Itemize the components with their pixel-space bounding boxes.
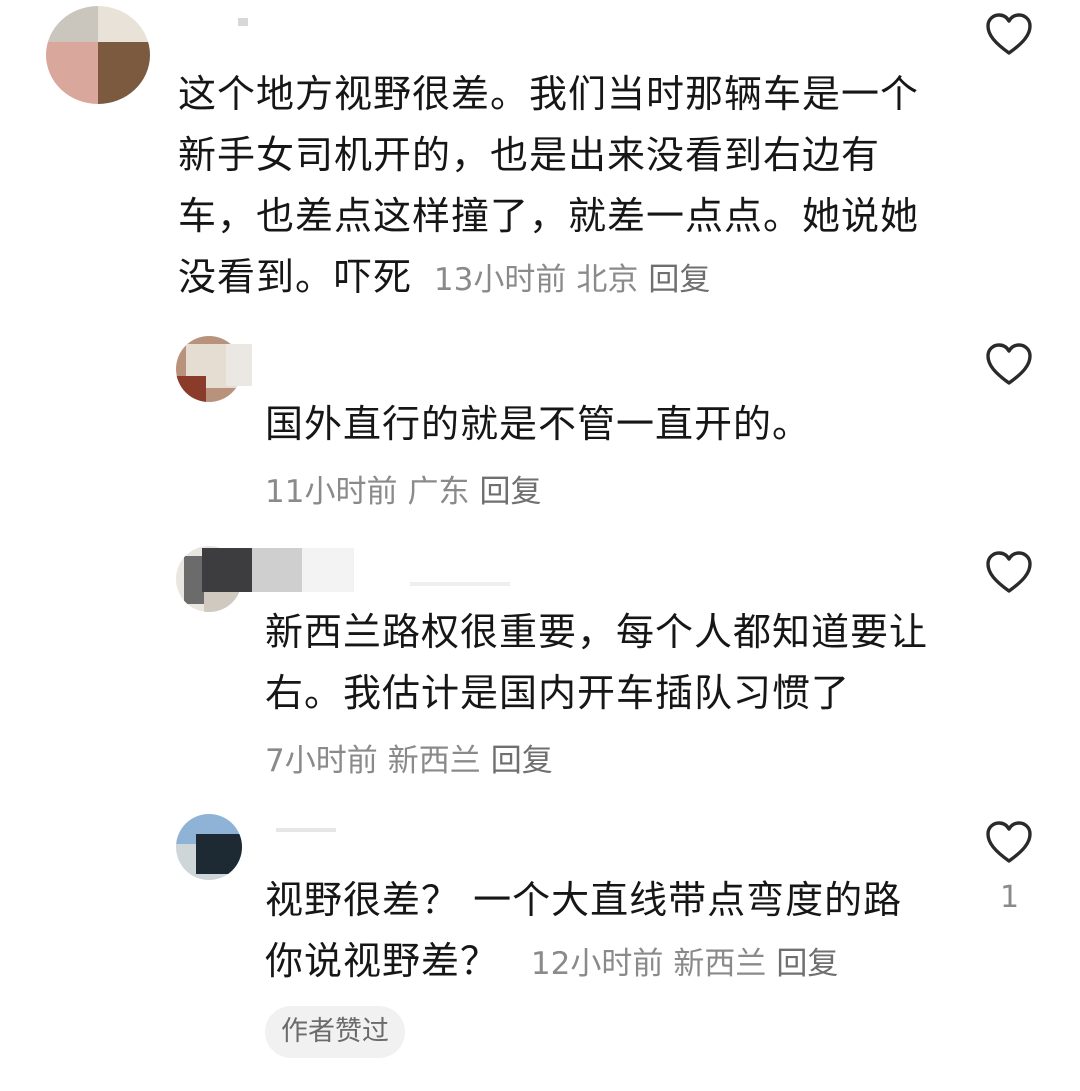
avatar[interactable] bbox=[46, 6, 150, 104]
heart-outline-icon bbox=[986, 13, 1032, 55]
author-liked-badge: 作者赞过 bbox=[265, 1006, 405, 1058]
comment-location: 北京 bbox=[576, 262, 639, 298]
avatar[interactable] bbox=[176, 814, 242, 880]
comment-time: 13小时前 bbox=[433, 262, 567, 298]
comment-time: 12小时前 bbox=[530, 946, 664, 982]
comment-text: 视野很差？ 一个大直线带点弯度的路 你说视野差？ 12小时前 新西兰 回复 bbox=[265, 870, 902, 995]
username-blurred[interactable] bbox=[202, 548, 252, 592]
comment-line: 新西兰路权很重要，每个人都知道要让 bbox=[265, 610, 929, 654]
comment-time: 7小时前 bbox=[265, 743, 378, 779]
comment-meta: 11小时前 广东 回复 bbox=[265, 466, 551, 511]
comment-time: 11小时前 bbox=[265, 474, 398, 510]
comment-line: 新手女司机开的，也是出来没看到右边有 bbox=[178, 133, 881, 177]
username-blurred[interactable] bbox=[226, 344, 252, 386]
comment-line: 没看到。吓死 13小时前 北京 回复 bbox=[178, 255, 711, 299]
comment-line: 你说视野差？ 12小时前 新西兰 回复 bbox=[265, 939, 839, 983]
like-button[interactable] bbox=[985, 12, 1033, 56]
heart-outline-icon bbox=[986, 343, 1032, 385]
like-button[interactable] bbox=[985, 820, 1033, 864]
username-blurred bbox=[252, 548, 302, 592]
comment-text: 这个地方视野很差。我们当时那辆车是一个 新手女司机开的，也是出来没看到右边有 车… bbox=[178, 64, 919, 311]
comment-text: 新西兰路权很重要，每个人都知道要让 右。我估计是国内开车插队习惯了 bbox=[265, 602, 928, 724]
username-blurred[interactable] bbox=[238, 18, 248, 26]
username-blurred bbox=[302, 548, 354, 592]
comment-line: 这个地方视野很差。我们当时那辆车是一个 bbox=[178, 72, 920, 116]
comment-meta: 7小时前 新西兰 回复 bbox=[265, 735, 563, 780]
like-count: 1 bbox=[1000, 880, 1020, 915]
comment-location: 新西兰 bbox=[673, 946, 767, 982]
comment-text: 国外直行的就是不管一直开的。 bbox=[265, 394, 811, 455]
comment-line: 国外直行的就是不管一直开的。 bbox=[265, 402, 812, 446]
like-button[interactable] bbox=[985, 342, 1033, 386]
comment-location: 新西兰 bbox=[387, 743, 481, 779]
reply-button[interactable]: 回复 bbox=[648, 262, 710, 298]
comment-line: 右。我估计是国内开车插队习惯了 bbox=[265, 671, 851, 715]
like-button[interactable] bbox=[985, 550, 1033, 594]
reply-button[interactable]: 回复 bbox=[776, 946, 838, 982]
reply-button[interactable]: 回复 bbox=[491, 743, 553, 779]
username-blurred[interactable] bbox=[276, 828, 336, 832]
reply-button[interactable]: 回复 bbox=[479, 474, 541, 510]
comment-location: 广东 bbox=[407, 474, 470, 510]
username-blurred bbox=[410, 582, 510, 586]
comment-line: 车，也差点这样撞了，就差一点点。她说她 bbox=[178, 194, 920, 238]
comment-line: 视野很差？ 一个大直线带点弯度的路 bbox=[265, 878, 903, 922]
heart-outline-icon bbox=[986, 821, 1032, 863]
heart-outline-icon bbox=[986, 551, 1032, 593]
